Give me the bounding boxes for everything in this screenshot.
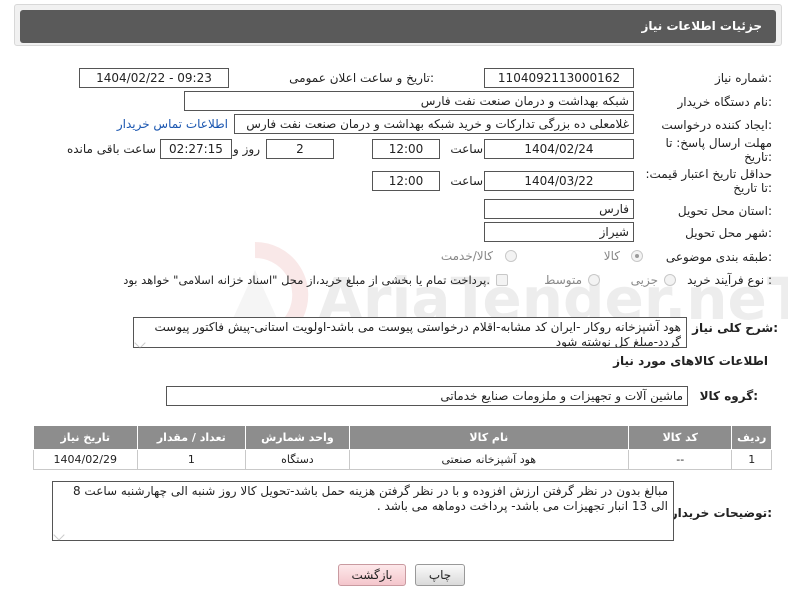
province-label: استان محل تحویل: [677,204,772,218]
announce-field[interactable]: 1404/02/22 - 09:23 [79,68,229,88]
days-field[interactable]: 2 [266,139,334,159]
buyer-label: نام دستگاه خریدار: [677,95,773,109]
category-option-goods-service: کالا/خدمت [440,249,493,263]
treasury-payment-text: پرداخت تمام یا بخشی از مبلغ خرید،از محل … [123,273,490,287]
process-radio-partial[interactable] [664,274,676,286]
goods-table-header: ردیف کد کالا نام کالا واحد شمارش تعداد /… [33,425,772,450]
description-label: شرح کلی نیاز: [692,321,778,335]
deadline-date-field[interactable]: 1404/02/24 [484,139,634,159]
remaining-label: ساعت باقی مانده [66,142,156,156]
col-unit: واحد شمارش [245,425,350,450]
need-number-field[interactable]: 1104092113000162 [484,68,634,88]
buyer-field[interactable]: شبکه بهداشت و درمان صنعت نفت فارس [184,91,634,111]
buyer-notes-label: توضیحات خریدار: [670,506,772,520]
announce-label: تاریخ و ساعت اعلان عمومی: [289,71,434,85]
city-field[interactable]: شیراز [484,222,634,242]
buyer-contact-link[interactable]: اطلاعات تماس خریدار [117,117,228,131]
remaining-time-field[interactable]: 02:27:15 [160,139,232,159]
col-name: نام کالا [348,425,630,450]
cell-date: 1404/02/29 [33,449,138,470]
creator-label: ایجاد کننده درخواست: [661,118,772,132]
cell-code: -- [627,449,733,470]
description-textarea[interactable]: هود آشپزخانه روکار -ایران کد مشابه-اقلام… [133,317,687,348]
cell-row: 1 [731,449,772,470]
need-number-label: شماره نیاز: [714,71,772,85]
deadline-time-field[interactable]: 12:00 [372,139,440,159]
city-label: شهر محل تحویل: [685,226,772,240]
deadline-time-label: ساعت [450,142,483,156]
price-date-field[interactable]: 1404/03/22 [484,171,634,191]
category-label: طبقه بندی موضوعی: [665,250,772,264]
buyer-notes-textarea[interactable]: مبالغ بدون در نظر گرفتن ارزش افزوده و با… [52,481,674,541]
print-button[interactable]: چاپ [415,564,465,586]
category-radio-goods[interactable] [631,250,643,262]
process-label: نوع فرآیند خرید : [687,273,772,287]
goods-section-title: اطلاعات کالاهای مورد نیاز [613,354,768,368]
col-row: ردیف [731,425,772,450]
days-label: روز و [233,142,260,156]
col-qty: تعداد / مقدار [136,425,247,450]
creator-field[interactable]: غلامعلی ده بزرگی تدارکات و خرید شبکه بهد… [234,114,634,134]
price-time-field[interactable]: 12:00 [372,171,440,191]
cell-qty: 1 [136,449,247,470]
header-bar: جزئیات اطلاعات نیاز [20,10,776,43]
process-option-medium: متوسط [544,273,582,287]
col-code: کد کالا [627,425,733,450]
back-button[interactable]: بازگشت [338,564,406,586]
goods-table: ردیف کد کالا نام کالا واحد شمارش تعداد /… [33,425,772,470]
price-time-label: ساعت [450,174,483,188]
province-field[interactable]: فارس [484,199,634,219]
table-row: 1 -- هود آشپزخانه صنعتی دستگاه 1 1404/02… [33,449,772,470]
treasury-payment-checkbox[interactable] [496,274,508,286]
goods-group-field[interactable]: ماشین آلات و تجهیزات و ملزومات صنایع خدم… [166,386,688,406]
deadline-label: مهلت ارسال پاسخ: تا تاریخ: [665,136,772,164]
cell-unit: دستگاه [245,449,350,470]
col-date: تاریخ نیاز [33,425,138,450]
process-option-partial: جزیی [630,273,658,287]
page-title: جزئیات اطلاعات نیاز [641,19,762,33]
goods-group-label: گروه کالا: [699,389,758,403]
category-option-goods: کالا [603,249,620,263]
price-validity-label: حداقل تاریخ اعتبار قیمت: تا تاریخ: [645,167,772,195]
category-radio-goods-service[interactable] [505,250,517,262]
cell-name: هود آشپزخانه صنعتی [348,449,630,470]
process-radio-medium[interactable] [588,274,600,286]
